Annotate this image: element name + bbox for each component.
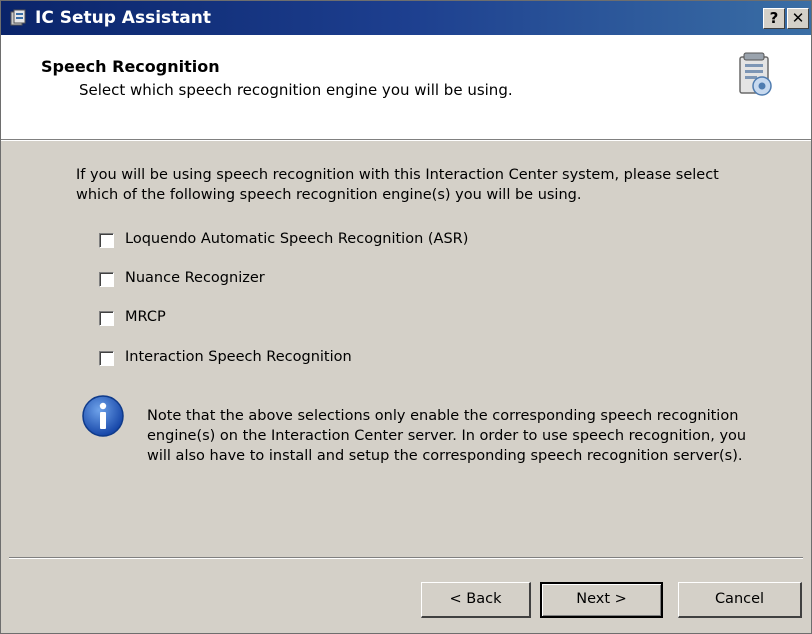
back-button[interactable]: < Back [421, 582, 531, 618]
cancel-button[interactable]: Cancel [678, 582, 802, 618]
mrcp-label[interactable]: MRCP [125, 309, 166, 325]
loquendo-checkbox[interactable] [99, 233, 114, 248]
next-button[interactable]: Next > [540, 582, 663, 618]
setup-wizard-icon [739, 52, 772, 96]
nuance-label[interactable]: Nuance Recognizer [125, 270, 265, 286]
help-button[interactable]: ? [763, 8, 785, 29]
page-subtitle: Select which speech recognition engine y… [79, 81, 513, 99]
interaction-speech-label[interactable]: Interaction Speech Recognition [125, 349, 352, 365]
note-text: Note that the above selections only enab… [147, 408, 747, 464]
help-icon: ? [769, 9, 779, 27]
wizard-header: Speech Recognition Select which speech r… [1, 35, 811, 139]
footer-divider [9, 557, 803, 559]
setup-assistant-window: IC Setup Assistant ? ✕ Speech Recognitio… [0, 0, 812, 634]
page-title: Speech Recognition [41, 57, 220, 76]
loquendo-label[interactable]: Loquendo Automatic Speech Recognition (A… [125, 231, 468, 247]
close-icon: ✕ [791, 9, 805, 27]
header-divider [1, 139, 811, 141]
title-bar[interactable]: IC Setup Assistant ? ✕ [1, 1, 811, 35]
close-button[interactable]: ✕ [787, 8, 809, 29]
intro-text: If you will be using speech recognition … [76, 167, 719, 203]
window-title: IC Setup Assistant [35, 8, 211, 28]
info-icon [82, 395, 124, 437]
nuance-checkbox[interactable] [99, 272, 114, 287]
mrcp-checkbox[interactable] [99, 311, 114, 326]
interaction-speech-checkbox[interactable] [99, 351, 114, 366]
app-icon [10, 9, 26, 26]
